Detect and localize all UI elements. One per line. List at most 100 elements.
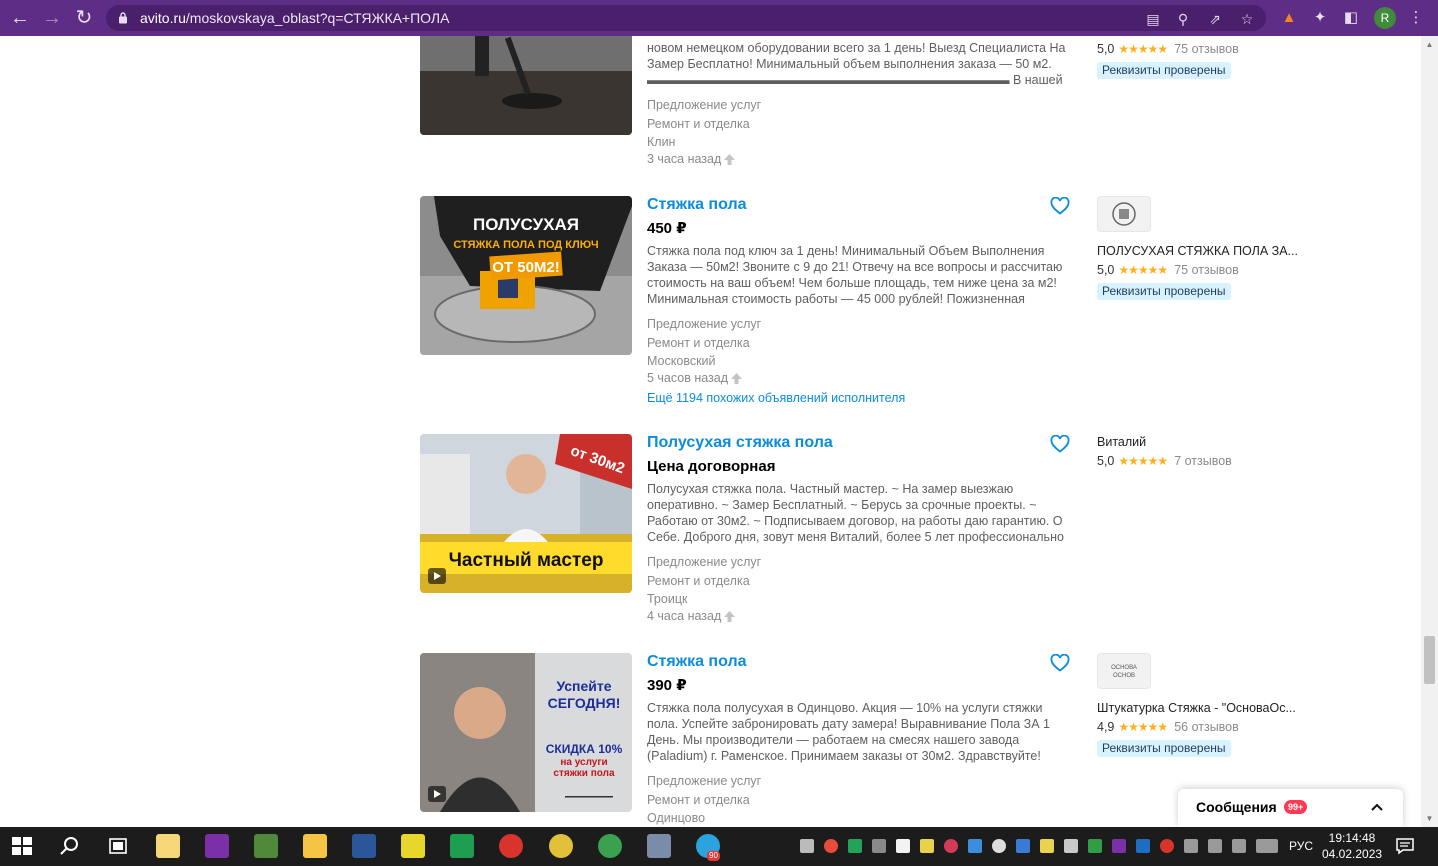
- zoom-icon[interactable]: ⚲: [1174, 10, 1192, 28]
- listing-thumbnail[interactable]: ПОЛУСУХАЯ СТЯЖКА ПОЛА ПОД КЛЮЧ ОТ 50М2!: [420, 196, 632, 355]
- seller-logo[interactable]: [1097, 196, 1151, 232]
- scroll-up-icon[interactable]: ▲: [1425, 40, 1434, 49]
- volume-icon[interactable]: [1232, 839, 1246, 853]
- seller-block: ОСНОВА ОСНОВ Штукатурка Стяжка - "ОсноваО…: [1097, 653, 1317, 757]
- menu-kebab-icon[interactable]: ⋮: [1406, 8, 1426, 28]
- app-icon[interactable]: [647, 834, 671, 858]
- listing-thumbnail[interactable]: Успейте СЕГОДНЯ! СКИДКА 10% на услуги ст…: [420, 653, 632, 812]
- tray-icon[interactable]: [896, 839, 910, 853]
- listing-time: 3 часа назад: [647, 151, 1077, 167]
- tray-icon[interactable]: [1136, 839, 1150, 853]
- notification-center-icon[interactable]: [1395, 836, 1415, 856]
- listing-title-link[interactable]: Стяжка пола: [647, 196, 1077, 214]
- seller-rating: 5,0 ★★★★★ 75 отзывов: [1097, 262, 1239, 278]
- seller-reviews-link[interactable]: 56 отзывов: [1174, 719, 1239, 735]
- share-icon[interactable]: ⇗: [1206, 10, 1224, 28]
- taskbar-clock[interactable]: 19:14:48 04.02.2023: [1322, 830, 1382, 862]
- listing-title-link[interactable]: Стяжка пола: [647, 653, 1077, 671]
- messages-label: Сообщения: [1196, 799, 1277, 815]
- metamask-extension-icon[interactable]: ▲: [1279, 8, 1299, 28]
- tray-icon[interactable]: [1160, 839, 1174, 853]
- side-panel-icon[interactable]: ◧: [1341, 8, 1361, 28]
- seller-logo[interactable]: ОСНОВА ОСНОВ: [1097, 653, 1151, 689]
- verified-badge: Реквизиты проверены: [1097, 62, 1231, 79]
- keyboard-icon[interactable]: [1256, 839, 1278, 853]
- listing-description: Полусухая стяжка пола. Частный мастер. ~…: [647, 482, 1064, 544]
- chrome-profile-icon[interactable]: [598, 834, 622, 858]
- back-icon[interactable]: ←: [8, 6, 32, 30]
- onenote-icon[interactable]: [205, 834, 229, 858]
- word-icon[interactable]: [352, 834, 376, 858]
- lock-icon: [119, 12, 127, 24]
- seller-reviews-link[interactable]: 7 отзывов: [1174, 453, 1232, 469]
- listing-info: Стяжка пола 390 ₽ Стяжка пола полусухая …: [647, 653, 1077, 827]
- telegram-badge: 90: [707, 851, 720, 861]
- favorite-heart-icon[interactable]: [1050, 654, 1070, 672]
- listing-subcategory: Ремонт и отделка: [647, 574, 750, 588]
- battery-icon[interactable]: [1184, 839, 1198, 853]
- favorite-heart-icon[interactable]: [1050, 197, 1070, 215]
- seller-name-link[interactable]: Штукатурка Стяжка - "ОсноваОс...: [1097, 700, 1317, 716]
- file-explorer-icon[interactable]: [303, 834, 327, 858]
- tray-icon[interactable]: [1112, 839, 1126, 853]
- tray-icon[interactable]: [1064, 839, 1078, 853]
- address-bar[interactable]: avito.ru/moskovskaya_oblast?q=СТЯЖКА+ПОЛ…: [106, 5, 1266, 31]
- seller-reviews-link[interactable]: 75 отзывов: [1174, 41, 1239, 57]
- listing-price: Цена договорная: [647, 458, 776, 475]
- tray-icon[interactable]: [848, 839, 862, 853]
- sheets-icon[interactable]: [450, 834, 474, 858]
- rating-stars: ★★★★★: [1118, 720, 1168, 734]
- tray-icon[interactable]: [920, 839, 934, 853]
- extensions-puzzle-icon[interactable]: ✦: [1310, 8, 1330, 28]
- wifi-icon[interactable]: [1208, 839, 1222, 853]
- tray-icon[interactable]: [968, 839, 982, 853]
- editor-app-icon[interactable]: [254, 834, 278, 858]
- listing-time: 5 часов назад: [647, 370, 1077, 386]
- chrome-icon[interactable]: [549, 834, 573, 858]
- tray-icon[interactable]: [1040, 839, 1054, 853]
- messages-panel[interactable]: Сообщения 99+: [1178, 789, 1403, 827]
- listing-price: 390 ₽: [647, 677, 687, 694]
- seller-block: Виталий 5,0 ★★★★★ 7 отзывов: [1097, 434, 1317, 469]
- tray-icon[interactable]: [824, 839, 838, 853]
- favorite-heart-icon[interactable]: [1050, 435, 1070, 453]
- windows-start-icon[interactable]: [10, 834, 34, 858]
- translate-icon[interactable]: ▤: [1144, 10, 1162, 28]
- listing-location: Московский: [647, 354, 716, 368]
- thumb-text: Успейте: [556, 678, 611, 694]
- language-indicator[interactable]: РУС: [1289, 839, 1313, 853]
- notes-app-icon[interactable]: [156, 834, 180, 858]
- verified-badge: Реквизиты проверены: [1097, 740, 1231, 757]
- windows-taskbar: 90 РУС 19:14:48 04.02.2023: [0, 827, 1438, 866]
- listing-thumbnail[interactable]: [420, 36, 632, 135]
- more-listings-link[interactable]: Ещё 1194 похожих объявлений исполнителя: [647, 390, 1077, 406]
- tray-icon[interactable]: [872, 839, 886, 853]
- scroll-down-icon[interactable]: ▼: [1425, 814, 1434, 823]
- forward-icon[interactable]: →: [40, 6, 64, 30]
- tray-icon[interactable]: [800, 839, 814, 853]
- seller-reviews-link[interactable]: 75 отзывов: [1174, 262, 1239, 278]
- tray-icon[interactable]: [1088, 839, 1102, 853]
- search-results-page: новом немецком оборудовании всего за 1 д…: [0, 36, 1421, 827]
- sticky-notes-icon[interactable]: [401, 834, 425, 858]
- listing-subcategory: Ремонт и отделка: [647, 336, 750, 350]
- listing-thumbnail[interactable]: от 30м2 Частный мастер: [420, 434, 632, 593]
- profile-avatar[interactable]: R: [1374, 7, 1396, 29]
- search-icon[interactable]: [58, 834, 82, 858]
- url-text: avito.ru/moskovskaya_oblast?q=СТЯЖКА+ПОЛ…: [140, 10, 450, 26]
- chevron-up-icon[interactable]: [1369, 799, 1385, 815]
- seller-name-link[interactable]: ПОЛУСУХАЯ СТЯЖКА ПОЛА ЗА...: [1097, 243, 1317, 259]
- task-view-icon[interactable]: [106, 834, 130, 858]
- app-icon[interactable]: [499, 834, 523, 858]
- bookmark-star-icon[interactable]: ☆: [1238, 10, 1256, 28]
- raise-arrow-icon: [724, 153, 736, 165]
- listing-title-link[interactable]: Полусухая стяжка пола: [647, 434, 1077, 452]
- tray-icon[interactable]: [944, 839, 958, 853]
- tray-icon[interactable]: [1016, 839, 1030, 853]
- reload-icon[interactable]: ↻: [72, 6, 96, 30]
- page-scrollbar[interactable]: [1421, 36, 1438, 827]
- seller-rating: 5,0 ★★★★★ 75 отзывов: [1097, 41, 1239, 57]
- tray-icon[interactable]: [992, 839, 1006, 853]
- scrollbar-thumb[interactable]: [1424, 636, 1435, 684]
- seller-name-link[interactable]: Виталий: [1097, 434, 1317, 450]
